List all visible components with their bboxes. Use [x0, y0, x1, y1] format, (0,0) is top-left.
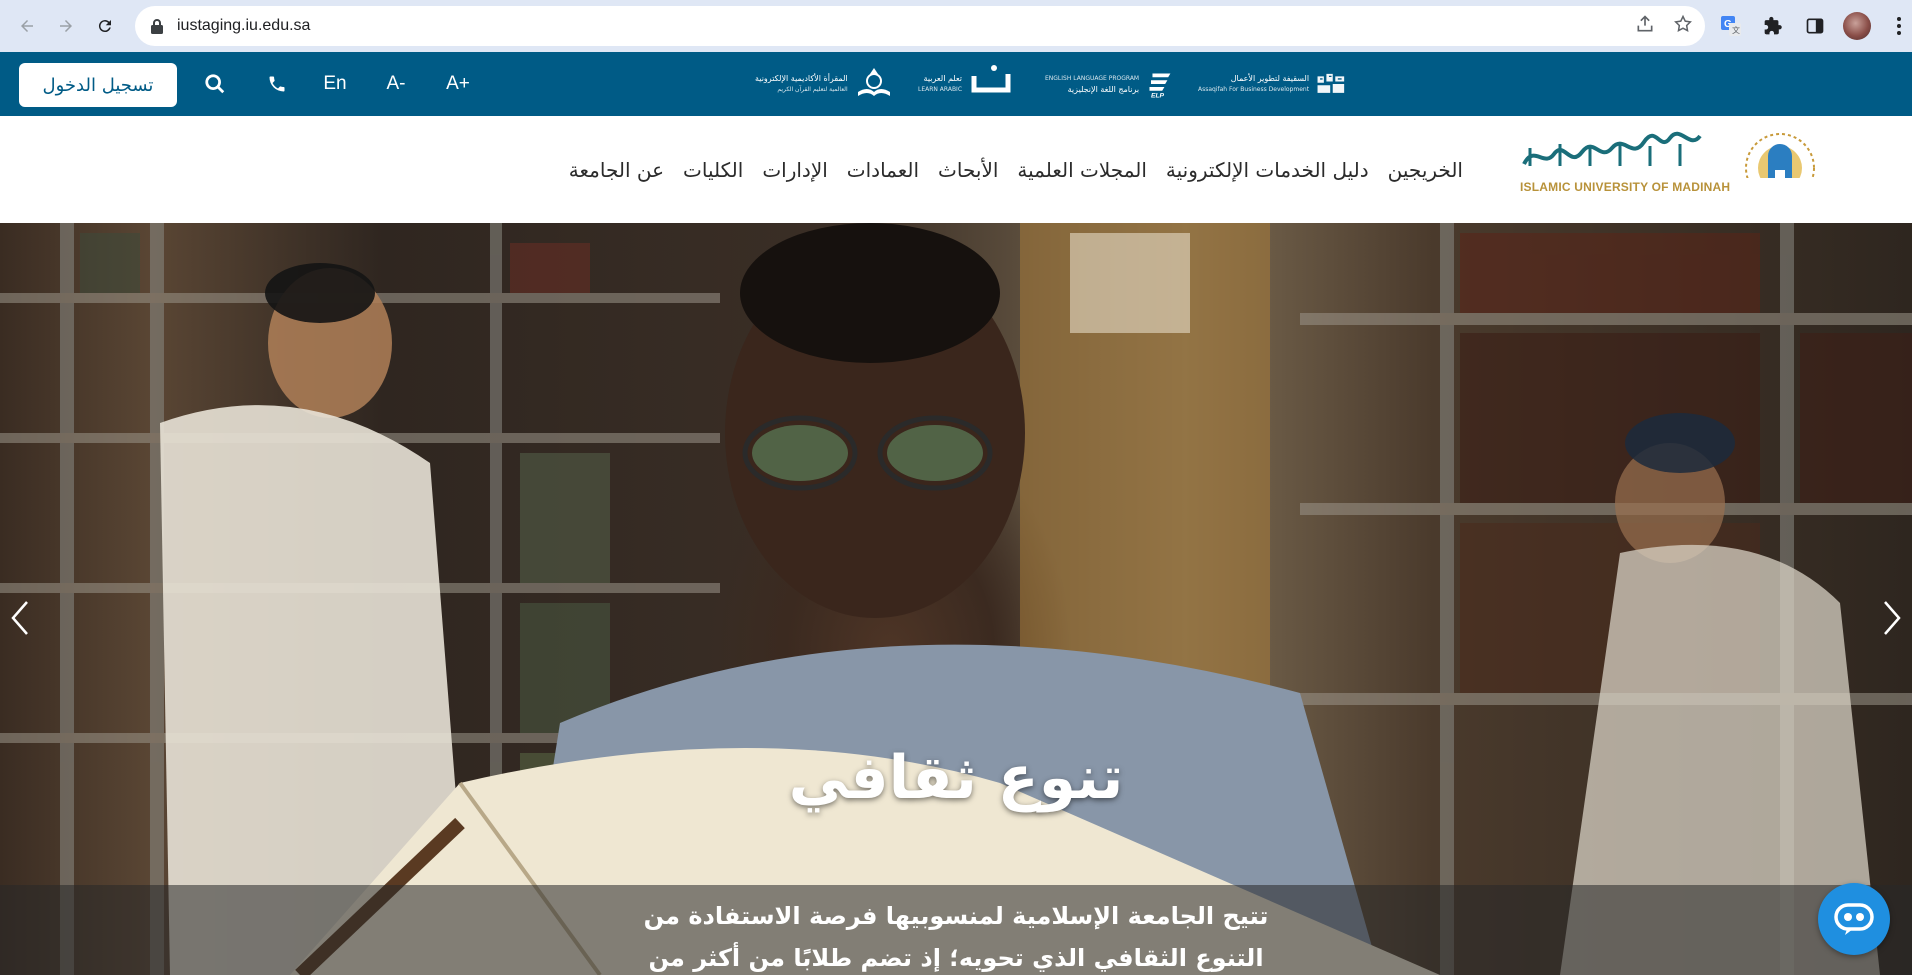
- login-button[interactable]: تسجيل الدخول: [19, 63, 177, 107]
- url-text: iustaging.iu.edu.sa: [177, 17, 311, 34]
- share-icon[interactable]: [1635, 14, 1655, 38]
- partner-saqifah-sub: Assaqifah For Business Development: [1198, 86, 1310, 93]
- main-navigation: عن الجامعة الكليات الإدارات العمادات الأ…: [569, 116, 1463, 223]
- site-header: عن الجامعة الكليات الإدارات العمادات الأ…: [0, 116, 1912, 223]
- extensions-puzzle-icon[interactable]: [1759, 12, 1787, 40]
- reload-button[interactable]: [90, 11, 120, 41]
- partner-elp-logo[interactable]: ENGLISH LANGUAGE PROGRAM برنامج اللغة ال…: [1045, 62, 1175, 106]
- partner-maqraa-logo[interactable]: المقرأة الأكاديمية الإلكترونية العالمية …: [755, 62, 895, 106]
- slider-prev-arrow-icon[interactable]: [5, 593, 35, 643]
- reload-icon: [98, 20, 111, 33]
- partner-elp-name: برنامج اللغة الإنجليزية: [1067, 85, 1140, 94]
- quran-book-icon: [857, 68, 890, 96]
- partner-saqifah-logo[interactable]: السقيفة لتطوير الأعمال Assaqifah For Bus…: [1198, 62, 1348, 106]
- svg-text:ELP: ELP: [1151, 92, 1165, 99]
- side-panel-icon[interactable]: [1801, 12, 1829, 40]
- utility-bar: تسجيل الدخول En A- A+ المقرأة الأكاديمية…: [0, 52, 1912, 116]
- nav-colleges[interactable]: الكليات: [683, 158, 743, 182]
- partner-arabic-name: تعلم العربية: [923, 74, 963, 83]
- font-decrease-button[interactable]: A-: [378, 52, 414, 116]
- university-logo[interactable]: ISLAMIC UNIVERSITY OF MADINAH: [1520, 130, 1820, 210]
- hero-caption-panel: تتيح الجامعة الإسلامية لمنسوبيها فرصة ال…: [0, 885, 1912, 975]
- chatbot-button[interactable]: [1818, 883, 1890, 955]
- university-calligraphy-logo: [1522, 131, 1815, 178]
- bookmark-star-icon[interactable]: [1673, 14, 1693, 38]
- back-button[interactable]: [12, 11, 42, 41]
- search-icon[interactable]: [200, 52, 230, 116]
- elp-logo-icon: ELP: [1149, 73, 1171, 99]
- profile-avatar[interactable]: [1843, 12, 1871, 40]
- nav-journals[interactable]: المجلات العلمية: [1017, 158, 1146, 182]
- partner-learn-arabic-logo[interactable]: تعلم العربية LEARN ARABIC: [918, 62, 1023, 106]
- hero-caption-line-2: التنوع الثقافي الذي تحويه؛ إذ تضم طلابًا…: [648, 944, 1264, 972]
- chatbot-robot-icon: [1834, 903, 1874, 935]
- forward-button[interactable]: [51, 11, 81, 41]
- nav-alumni[interactable]: الخريجين: [1388, 158, 1463, 182]
- nav-departments[interactable]: الإدارات: [762, 158, 827, 182]
- font-increase-button[interactable]: A+: [438, 52, 478, 116]
- hero-title: تنوع ثقافي: [788, 743, 1124, 813]
- browser-menu-icon[interactable]: [1885, 12, 1912, 40]
- slider-next-arrow-icon[interactable]: [1877, 593, 1907, 643]
- language-toggle[interactable]: En: [315, 52, 355, 116]
- partner-saqifah-name: السقيفة لتطوير الأعمال: [1230, 74, 1310, 83]
- partner-maqraa-sub: العالمية لتعليم القرآن الكريم: [777, 86, 848, 93]
- address-bar[interactable]: iustaging.iu.edu.sa: [135, 6, 1705, 46]
- lock-icon[interactable]: [149, 18, 165, 34]
- google-translate-icon[interactable]: G文: [1717, 12, 1745, 40]
- forward-arrow-icon: [60, 20, 72, 32]
- nav-e-services[interactable]: دليل الخدمات الإلكترونية: [1166, 158, 1369, 182]
- hero-caption-line-1: تتيح الجامعة الإسلامية لمنسوبيها فرصة ال…: [643, 902, 1269, 930]
- svg-text:文: 文: [1732, 25, 1740, 35]
- partner-elp-sub: ENGLISH LANGUAGE PROGRAM: [1045, 75, 1140, 82]
- phone-icon[interactable]: [262, 52, 292, 116]
- browser-toolbar: iustaging.iu.edu.sa G文: [0, 0, 1912, 52]
- library-background-image: [0, 223, 1912, 975]
- nav-deanships[interactable]: العمادات: [847, 158, 919, 182]
- hero-slider: تنوع ثقافي تتيح الجامعة الإسلامية لمنسوب…: [0, 223, 1912, 975]
- partner-arabic-sub: LEARN ARABIC: [918, 86, 963, 93]
- nav-research[interactable]: الأبحاث: [938, 158, 998, 182]
- saqifah-logo-icon: [1317, 73, 1345, 93]
- partner-maqraa-name: المقرأة الأكاديمية الإلكترونية: [755, 74, 848, 83]
- nav-about[interactable]: عن الجامعة: [569, 158, 664, 182]
- back-arrow-icon: [21, 20, 33, 32]
- university-name-english: ISLAMIC UNIVERSITY OF MADINAH: [1520, 180, 1731, 194]
- daad-letter-icon: [971, 65, 1011, 93]
